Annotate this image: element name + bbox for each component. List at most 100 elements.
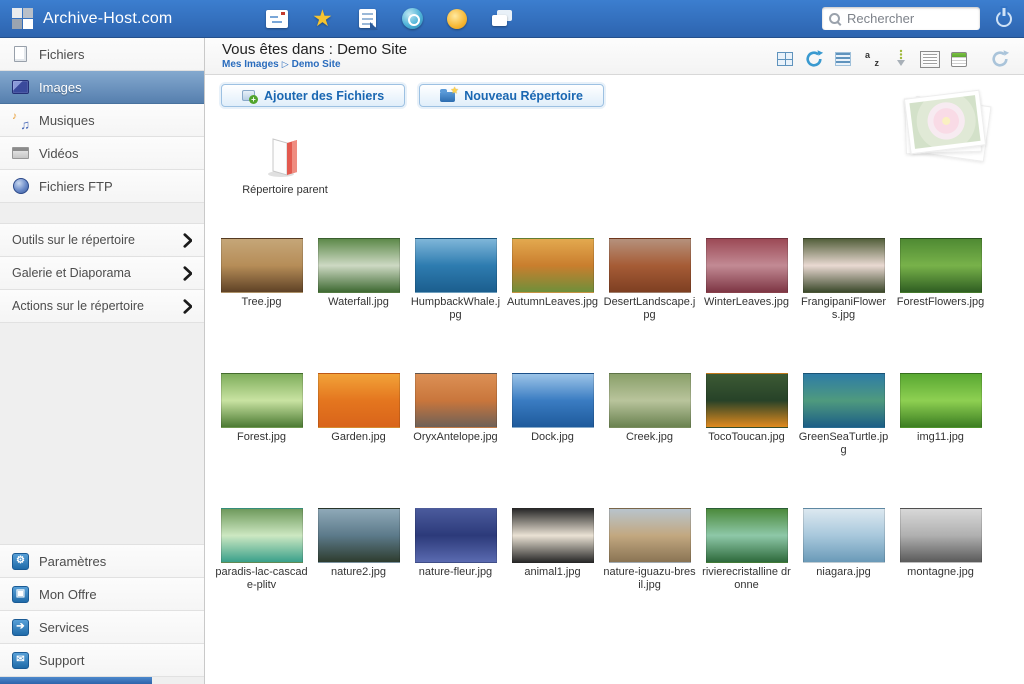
file-item[interactable]: HumpbackWhale.jpg bbox=[407, 238, 504, 373]
parent-folder[interactable]: Répertoire parent bbox=[239, 131, 331, 196]
sidebar-item-images[interactable]: Images bbox=[0, 71, 204, 104]
file-thumbnail bbox=[221, 238, 303, 293]
file-thumbnail bbox=[706, 373, 788, 428]
file-name: WinterLeaves.jpg bbox=[698, 296, 795, 309]
ftp-icon bbox=[12, 178, 29, 195]
file-name: paradis-lac-cascade-plitv bbox=[213, 566, 310, 592]
file-item[interactable]: nature-fleur.jpg bbox=[407, 508, 504, 643]
file-item[interactable]: Dock.jpg bbox=[504, 373, 601, 508]
sidebar: Fichiers Images Musiques Vidéos Fichiers… bbox=[0, 38, 205, 684]
file-item[interactable]: nature2.jpg bbox=[310, 508, 407, 643]
file-item[interactable]: DesertLandscape.jpg bbox=[601, 238, 698, 373]
file-item[interactable]: paradis-lac-cascade-plitv bbox=[213, 508, 310, 643]
sidebar-item-ftp[interactable]: Fichiers FTP bbox=[0, 170, 204, 203]
file-item[interactable]: OryxAntelope.jpg bbox=[407, 373, 504, 508]
edit-document-icon[interactable] bbox=[354, 7, 380, 31]
parent-folder-label: Répertoire parent bbox=[239, 184, 331, 196]
services-icon: ➔ bbox=[12, 619, 29, 636]
file-item[interactable]: montagne.jpg bbox=[892, 508, 989, 643]
page-title: Vous êtes dans : Demo Site bbox=[222, 41, 407, 58]
logo[interactable]: Archive-Host.com bbox=[12, 8, 172, 29]
file-thumbnail bbox=[512, 508, 594, 563]
file-manager-icon[interactable] bbox=[264, 7, 290, 31]
favorites-star-icon[interactable] bbox=[309, 7, 335, 31]
file-item[interactable]: Creek.jpg bbox=[601, 373, 698, 508]
file-item[interactable]: rivierecristalline dronne bbox=[698, 508, 795, 643]
messages-icon[interactable] bbox=[489, 7, 515, 31]
parametres-icon: ⚙ bbox=[12, 553, 29, 570]
power-icon[interactable] bbox=[996, 11, 1012, 27]
refresh-icon[interactable] bbox=[804, 49, 824, 69]
file-item[interactable]: Tree.jpg bbox=[213, 238, 310, 373]
file-item[interactable]: img11.jpg bbox=[892, 373, 989, 508]
file-thumbnail bbox=[803, 238, 885, 293]
sidebar-item-parametres[interactable]: ⚙ Paramètres bbox=[0, 545, 204, 578]
file-thumbnail bbox=[706, 238, 788, 293]
sort-alpha-icon[interactable] bbox=[862, 49, 882, 69]
file-name: nature-fleur.jpg bbox=[407, 566, 504, 579]
file-name: Creek.jpg bbox=[601, 431, 698, 444]
sidebar-item-musiques[interactable]: Musiques bbox=[0, 104, 204, 137]
file-name: OryxAntelope.jpg bbox=[407, 431, 504, 444]
new-folder-button[interactable]: Nouveau Répertoire bbox=[419, 84, 604, 107]
thumbnails-view-icon[interactable] bbox=[775, 49, 795, 69]
sidebar-item-label: Support bbox=[39, 653, 85, 668]
sidebar-item-outils-repertoire[interactable]: Outils sur le répertoire bbox=[0, 224, 204, 257]
add-files-button[interactable]: Ajouter des Fichiers bbox=[221, 84, 405, 107]
sidebar-item-support[interactable]: ✉ Support bbox=[0, 644, 204, 677]
file-name: DesertLandscape.jpg bbox=[601, 296, 698, 322]
file-item[interactable]: niagara.jpg bbox=[795, 508, 892, 643]
file-item[interactable]: WinterLeaves.jpg bbox=[698, 238, 795, 373]
fichiers-icon bbox=[12, 46, 29, 63]
download-icon[interactable] bbox=[891, 49, 911, 69]
sidebar-item-label: Musiques bbox=[39, 113, 95, 128]
sidebar-item-videos[interactable]: Vidéos bbox=[0, 137, 204, 170]
file-name: Waterfall.jpg bbox=[310, 296, 407, 309]
file-name: nature-iguazu-bresil.jpg bbox=[601, 566, 698, 592]
breadcrumb: Mes Images▷Demo Site bbox=[222, 59, 407, 70]
sidebar-item-label: Fichiers bbox=[39, 47, 85, 62]
file-item[interactable]: Waterfall.jpg bbox=[310, 238, 407, 373]
file-name: GreenSeaTurtle.jpg bbox=[795, 431, 892, 457]
details-view-icon[interactable] bbox=[920, 49, 940, 69]
file-item[interactable]: TocoToucan.jpg bbox=[698, 373, 795, 508]
chevron-right-icon bbox=[183, 233, 192, 248]
file-thumbnail bbox=[900, 373, 982, 428]
link-globe-icon[interactable] bbox=[399, 7, 425, 31]
musiques-icon bbox=[12, 112, 29, 129]
file-item[interactable]: AutumnLeaves.jpg bbox=[504, 238, 601, 373]
sidebar-item-label: Galerie et Diaporama bbox=[12, 266, 131, 280]
sidebar-item-galerie-diaporama[interactable]: Galerie et Diaporama bbox=[0, 257, 204, 290]
search-input[interactable] bbox=[847, 11, 959, 26]
file-item[interactable]: nature-iguazu-bresil.jpg bbox=[601, 508, 698, 643]
file-name: Forest.jpg bbox=[213, 431, 310, 444]
file-item[interactable]: Garden.jpg bbox=[310, 373, 407, 508]
new-badge-icon[interactable] bbox=[444, 7, 470, 31]
file-item[interactable]: animal1.jpg bbox=[504, 508, 601, 643]
file-item[interactable]: GreenSeaTurtle.jpg bbox=[795, 373, 892, 508]
sidebar-item-label: Mon Offre bbox=[39, 587, 97, 602]
topbar: Archive-Host.com bbox=[0, 0, 1024, 38]
file-thumbnail bbox=[318, 508, 400, 563]
sync-icon[interactable] bbox=[990, 49, 1010, 69]
sidebar-item-actions-repertoire[interactable]: Actions sur le répertoire bbox=[0, 290, 204, 323]
sidebar-item-services[interactable]: ➔ Services bbox=[0, 611, 204, 644]
search-icon bbox=[829, 13, 840, 24]
breadcrumb-current[interactable]: Demo Site bbox=[292, 59, 341, 70]
brand-name: Archive-Host.com bbox=[43, 10, 172, 28]
file-thumbnail bbox=[803, 508, 885, 563]
topbar-toolbar bbox=[264, 7, 515, 31]
list-view-icon[interactable] bbox=[833, 49, 853, 69]
sidebar-item-label: Vidéos bbox=[39, 146, 79, 161]
file-name: Tree.jpg bbox=[213, 296, 310, 309]
sidebar-item-fichiers[interactable]: Fichiers bbox=[0, 38, 204, 71]
file-item[interactable]: FrangipaniFlowers.jpg bbox=[795, 238, 892, 373]
breadcrumb-root[interactable]: Mes Images bbox=[222, 59, 279, 70]
sidebar-item-mon-offre[interactable]: ▣ Mon Offre bbox=[0, 578, 204, 611]
file-name: montagne.jpg bbox=[892, 566, 989, 579]
file-item[interactable]: ForestFlowers.jpg bbox=[892, 238, 989, 373]
file-item[interactable]: Forest.jpg bbox=[213, 373, 310, 508]
file-thumbnail bbox=[900, 508, 982, 563]
calendar-icon[interactable] bbox=[949, 49, 969, 69]
file-thumbnail bbox=[318, 373, 400, 428]
